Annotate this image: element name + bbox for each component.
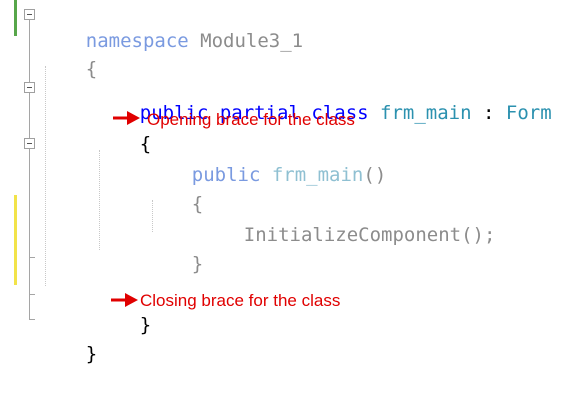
collapse-constructor-icon[interactable] (24, 138, 35, 149)
code-editor[interactable]: namespace Module3_1 { public partial cla… (0, 0, 562, 365)
opening-arrow-icon (113, 111, 140, 125)
namespace-close-brace: } (85, 343, 98, 365)
opening-brace-annotation: Opening brace for the class (147, 110, 355, 129)
namespace-name: Module3_1 (200, 30, 304, 52)
base-type: Form (505, 102, 552, 124)
class-name: frm_main (380, 102, 472, 124)
constructor-outline-end (29, 257, 35, 258)
collapse-class-icon[interactable] (24, 82, 35, 93)
initialize-call: InitializeComponent(); (243, 224, 496, 246)
code-line-namespace: namespace Module3_1 (40, 2, 303, 52)
namespace-keyword: namespace (85, 30, 189, 52)
ctor-close-brace: } (191, 253, 204, 275)
namespace-outline-end (29, 319, 35, 320)
ctor-parens: () (363, 164, 387, 186)
class-close-brace: } (139, 314, 152, 336)
collapse-namespace-icon[interactable] (24, 9, 35, 20)
closing-brace-annotation: Closing brace for the class (140, 291, 341, 310)
code-line-ctor-close: } (146, 225, 203, 275)
code-line-namespace-close: } (40, 315, 97, 365)
saved-change-marker (14, 0, 17, 36)
code-line-class-declaration: public partial class frm_main : Form (94, 74, 552, 124)
ctor-name: frm_main (271, 164, 364, 186)
unsaved-change-marker (14, 195, 17, 285)
class-outline-end (29, 294, 35, 295)
inheritance-colon: : (483, 102, 495, 124)
namespace-outline-line (29, 20, 30, 320)
code-line-namespace-open: { (40, 30, 97, 80)
code-line-constructor: public frm_main() (146, 136, 387, 186)
code-line-ctor-open: { (146, 165, 203, 215)
closing-arrow-icon (111, 293, 138, 307)
code-line-initialize: InitializeComponent(); (198, 196, 496, 246)
